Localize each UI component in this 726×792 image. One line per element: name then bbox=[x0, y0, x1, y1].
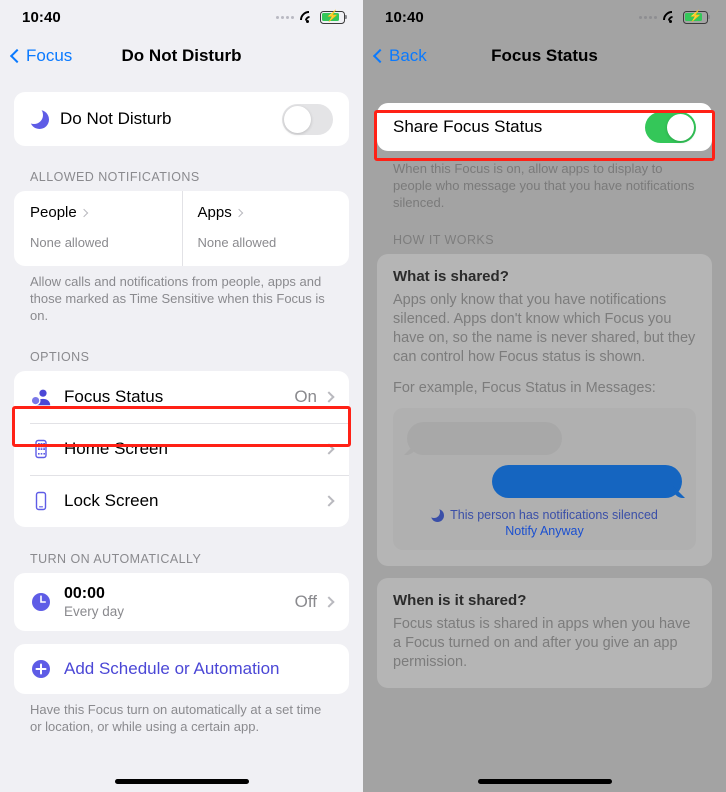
add-schedule-card: Add Schedule or Automation bbox=[14, 644, 349, 694]
schedule-time: 00:00 bbox=[64, 584, 105, 602]
incoming-message-bubble bbox=[407, 422, 562, 455]
chevron-right-icon bbox=[234, 208, 243, 217]
when-is-it-shared-card: When is it shared? Focus status is share… bbox=[377, 578, 712, 688]
schedule-value: Off bbox=[294, 592, 317, 611]
home-indicator bbox=[114, 779, 249, 784]
moon-icon bbox=[427, 505, 445, 522]
incoming-bubble-row bbox=[407, 422, 682, 455]
notifications-silenced-note: This person has notifications silenced bbox=[407, 505, 682, 522]
options-header: OPTIONS bbox=[30, 350, 90, 364]
nav-bar-left: Focus Do Not Disturb bbox=[0, 34, 363, 78]
add-schedule-label: Add Schedule or Automation bbox=[64, 659, 280, 678]
allowed-split: People None allowed Apps None allowed bbox=[14, 191, 349, 266]
automation-footnote: Have this Focus turn on automatically at… bbox=[30, 702, 322, 734]
wifi-icon bbox=[662, 11, 678, 23]
messages-mockup: This person has notifications silenced N… bbox=[393, 408, 696, 550]
allowed-notifications-header: ALLOWED NOTIFICATIONS bbox=[30, 170, 200, 184]
schedule-card: 00:00 Every day Off bbox=[14, 573, 349, 631]
people-value: None allowed bbox=[30, 235, 109, 250]
chevron-right-icon bbox=[323, 443, 335, 455]
schedule-text-wrap: 00:00 Every day bbox=[64, 585, 295, 620]
notifications-silenced-text: This person has notifications silenced bbox=[450, 508, 658, 522]
home-screen-label: Home Screen bbox=[64, 439, 168, 458]
left-phone-screen: 10:40 ⚡ Focus Do Not Disturb Do Not Dist… bbox=[0, 0, 363, 792]
do-not-disturb-toggle[interactable] bbox=[282, 103, 333, 135]
what-is-shared-paragraph: Apps only know that you have notificatio… bbox=[393, 292, 696, 365]
signal-dots-icon bbox=[276, 15, 294, 19]
when-is-it-shared-heading: When is it shared? bbox=[393, 592, 527, 609]
turn-on-automatically-header: TURN ON AUTOMATICALLY bbox=[30, 552, 202, 566]
chevron-left-icon bbox=[372, 48, 388, 64]
nav-bar-right: Back Focus Status bbox=[363, 34, 726, 78]
outgoing-message-bubble bbox=[492, 465, 682, 498]
home-indicator bbox=[477, 779, 612, 784]
what-is-shared-card: What is shared? Apps only know that you … bbox=[377, 254, 712, 566]
add-schedule-row[interactable]: Add Schedule or Automation bbox=[14, 644, 349, 694]
how-it-works-header: HOW IT WORKS bbox=[393, 233, 494, 247]
chevron-left-icon bbox=[9, 48, 25, 64]
back-button-focus[interactable]: Focus bbox=[9, 46, 73, 66]
home-screen-phone-icon bbox=[30, 438, 52, 460]
what-is-shared-heading: What is shared? bbox=[393, 268, 509, 285]
battery-charging-icon: ⚡ bbox=[683, 10, 711, 24]
focus-status-person-icon bbox=[30, 386, 52, 408]
when-is-it-shared-paragraph: Focus status is shared in apps when you … bbox=[393, 616, 691, 670]
signal-dots-icon bbox=[639, 15, 657, 19]
battery-charging-icon: ⚡ bbox=[320, 10, 348, 24]
apps-label: Apps bbox=[197, 204, 232, 221]
back-button-label: Back bbox=[389, 46, 427, 65]
dual-screenshot-container: 10:40 ⚡ Focus Do Not Disturb Do Not Dist… bbox=[0, 0, 726, 792]
people-cell[interactable]: People None allowed bbox=[14, 191, 182, 266]
share-focus-status-footnote: When this Focus is on, allow apps to dis… bbox=[393, 161, 695, 210]
schedule-row[interactable]: 00:00 Every day Off bbox=[14, 573, 349, 631]
lock-screen-label: Lock Screen bbox=[64, 491, 159, 510]
do-not-disturb-row[interactable]: Do Not Disturb bbox=[14, 92, 349, 146]
focus-status-value: On bbox=[294, 387, 317, 406]
chevron-right-icon bbox=[79, 208, 88, 217]
clock-icon bbox=[30, 591, 52, 613]
back-button-label: Focus bbox=[26, 46, 73, 65]
option-row-lock-screen[interactable]: Lock Screen bbox=[14, 475, 349, 527]
apps-value: None allowed bbox=[197, 235, 277, 250]
options-card: Focus Status On Home Screen Lock Screen bbox=[14, 371, 349, 527]
right-content: Share Focus Status When this Focus is on… bbox=[363, 103, 726, 688]
apps-cell[interactable]: Apps None allowed bbox=[181, 191, 350, 266]
chevron-right-icon bbox=[323, 391, 335, 403]
moon-icon bbox=[25, 105, 49, 129]
left-content: Do Not Disturb ALLOWED NOTIFICATIONS Peo… bbox=[0, 92, 363, 735]
notify-anyway-link[interactable]: Notify Anyway bbox=[407, 524, 682, 538]
share-focus-status-label: Share Focus Status bbox=[393, 117, 543, 136]
share-focus-status-row[interactable]: Share Focus Status bbox=[377, 103, 712, 151]
status-bar-time: 10:40 bbox=[385, 8, 424, 26]
outgoing-bubble-row bbox=[407, 465, 682, 498]
focus-status-label: Focus Status bbox=[64, 387, 164, 406]
status-bar-indicators: ⚡ bbox=[276, 10, 348, 24]
option-row-home-screen[interactable]: Home Screen bbox=[14, 423, 349, 475]
people-label: People bbox=[30, 204, 77, 221]
status-bar-left: 10:40 ⚡ bbox=[0, 0, 363, 34]
what-is-shared-example-intro: For example, Focus Status in Messages: bbox=[393, 380, 656, 396]
plus-circle-icon bbox=[30, 658, 52, 680]
chevron-right-icon bbox=[323, 495, 335, 507]
status-bar-indicators: ⚡ bbox=[639, 10, 711, 24]
lock-screen-phone-icon bbox=[30, 490, 52, 512]
page-title: Do Not Disturb bbox=[121, 46, 242, 65]
back-button[interactable]: Back bbox=[372, 46, 427, 66]
do-not-disturb-card: Do Not Disturb bbox=[14, 92, 349, 146]
option-row-focus-status[interactable]: Focus Status On bbox=[14, 371, 349, 423]
wifi-icon bbox=[299, 11, 315, 23]
allowed-notifications-footnote: Allow calls and notifications from peopl… bbox=[30, 274, 325, 323]
right-phone-screen: 10:40 ⚡ Back Focus Status Share Focus St… bbox=[363, 0, 726, 792]
allowed-notifications-card: People None allowed Apps None allowed bbox=[14, 191, 349, 266]
status-bar-time: 10:40 bbox=[22, 8, 61, 26]
do-not-disturb-label: Do Not Disturb bbox=[60, 109, 172, 128]
schedule-repeat: Every day bbox=[64, 603, 125, 619]
share-focus-status-toggle[interactable] bbox=[645, 111, 696, 143]
people-title-wrap: People bbox=[30, 204, 166, 221]
apps-title-wrap: Apps bbox=[198, 204, 334, 221]
chevron-right-icon bbox=[323, 596, 335, 608]
status-bar-right: 10:40 ⚡ bbox=[363, 0, 726, 34]
share-focus-status-card: Share Focus Status bbox=[377, 103, 712, 151]
